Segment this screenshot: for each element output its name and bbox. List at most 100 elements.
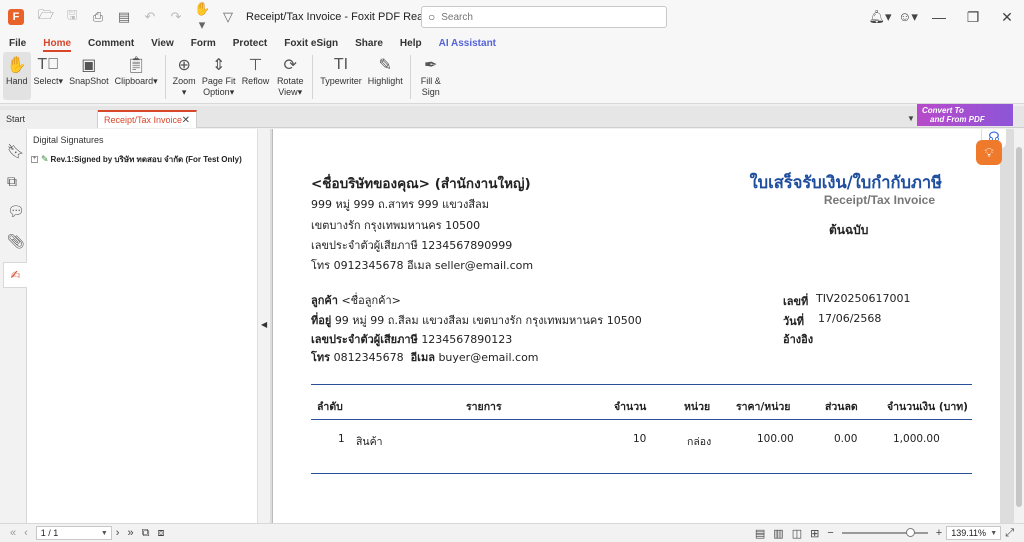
fullscreen-icon[interactable]: ⤢ (1005, 527, 1014, 540)
tab-view[interactable]: View (151, 38, 174, 49)
rotate-view-icon: ⟳ (283, 57, 297, 74)
hand-tool-quick-icon[interactable]: ✋▾ (194, 1, 210, 33)
pdf-page: <ชื่อบริษัทของคุณ> (สำนักงานใหญ่) 999 หม… (272, 129, 1000, 523)
scrollbar-thumb[interactable] (1016, 147, 1022, 507)
header-discount: ส่วนลด (825, 401, 858, 413)
signatures-panel-icon[interactable]: ✍︎ (3, 262, 27, 288)
table-header-rule (311, 419, 972, 420)
restore-button[interactable]: ❐ (956, 9, 990, 26)
header-unit: หน่วย (684, 401, 711, 413)
zoom-in-icon[interactable]: + (936, 527, 942, 539)
company-contact: โทร 0912345678 อีเมล seller@email.com (311, 259, 534, 272)
tab-list-dropdown-icon[interactable]: ▼ (907, 114, 915, 123)
tab-receipt-tax-invoice[interactable]: Receipt/Tax Invoice ✕ (98, 110, 197, 128)
window-controls: 🔔︎▾ ☺▾ — ❐ ✕ (866, 0, 1024, 34)
rotate-view-label: Rotate View▾ (276, 76, 304, 97)
page-number-field[interactable]: 1 / 1 ▼ (35, 526, 112, 540)
close-tab-icon[interactable]: ✕ (182, 115, 190, 126)
typewriter-button[interactable]: TI Typewriter (317, 52, 365, 100)
zoom-out-icon[interactable]: − (827, 527, 833, 539)
open-folder-icon[interactable]: 🗁 (38, 6, 54, 28)
page-fit-option-button[interactable]: ⇕ Page Fit Option▾ (199, 52, 239, 100)
file-properties-icon[interactable]: ▤ (116, 9, 132, 25)
comments-icon[interactable]: 💬︎ (7, 203, 25, 220)
next-page-icon[interactable]: › (116, 527, 120, 539)
tab-form[interactable]: Form (191, 38, 216, 49)
customize-toolbar-icon[interactable]: ▽ (220, 9, 236, 25)
tab-home[interactable]: Home (43, 38, 71, 52)
page-thumbnails-icon[interactable]: ⧉ (7, 173, 17, 190)
cell-order: 1 (338, 433, 345, 445)
document-number-line: เลขที่ TIV20250617001 (783, 292, 910, 310)
reflow-button[interactable]: ⊤ Reflow (239, 52, 273, 100)
bookmark-icon[interactable]: 🔖︎ (7, 143, 25, 160)
facing-view-icon[interactable]: ◫ (792, 527, 802, 540)
header-unit-price: ราคา/หน่วย (736, 401, 791, 413)
zoom-slider[interactable] (841, 528, 928, 537)
undo-icon[interactable]: ↶ (142, 9, 158, 25)
page-fit-label: Page Fit Option▾ (201, 76, 236, 97)
page-dropdown-icon[interactable]: ▼ (101, 530, 108, 537)
hand-button[interactable]: ✋ Hand (3, 52, 31, 100)
zoom-slider-knob[interactable] (905, 528, 915, 537)
highlight-label: Highlight (367, 76, 403, 86)
copy-page-icon[interactable]: ⧉ (142, 527, 150, 540)
zoom-button[interactable]: ⊕ Zoom ▾ (170, 52, 199, 100)
single-page-view-icon[interactable]: ▤ (755, 527, 765, 540)
hand-label: Hand (6, 76, 28, 86)
select-button[interactable]: T⃞ Select▾ (31, 52, 67, 100)
zoom-level-field[interactable]: 139.11% ▼ (946, 526, 1002, 540)
continuous-view-icon[interactable]: ▥ (773, 527, 783, 540)
tab-foxit-esign[interactable]: Foxit eSign (284, 38, 338, 49)
signature-item[interactable]: + ✎ Rev.1:Signed by บริษัท ทดสอบ จำกัด (… (31, 153, 242, 166)
tab-share[interactable]: Share (355, 38, 383, 49)
document-viewer[interactable]: <ชื่อบริษัทของคุณ> (สำนักงานใหญ่) 999 หม… (270, 129, 1014, 523)
tab-comment[interactable]: Comment (88, 38, 134, 49)
last-page-icon[interactable]: » (127, 527, 133, 539)
continuous-facing-view-icon[interactable]: ⊞ (810, 527, 819, 540)
search-box[interactable]: ○ (421, 6, 667, 28)
tab-help[interactable]: Help (400, 38, 422, 49)
clipboard-label: Clipboard▾ (114, 76, 158, 86)
convert-pdf-banner[interactable]: Convert To and From PDF (917, 104, 1013, 126)
account-icon[interactable]: ☺▾ (894, 9, 922, 25)
minimize-button[interactable]: — (922, 9, 956, 25)
snapshot-button[interactable]: ▣ SnapShot (66, 52, 112, 100)
tab-start[interactable]: Start (0, 110, 98, 128)
clipboard-icon: 📋︎ (125, 57, 147, 74)
document-title-english: Receipt/Tax Invoice (823, 193, 935, 207)
notification-bell-icon[interactable]: 🔔︎▾ (866, 9, 894, 25)
rotate-view-button[interactable]: ⟳ Rotate View▾ (272, 52, 308, 100)
cell-item: สินค้า (356, 436, 383, 448)
customer-name: <ชื่อลูกค้า> (341, 294, 401, 307)
search-input[interactable] (441, 11, 642, 23)
tab-file[interactable]: File (9, 38, 26, 49)
highlight-button[interactable]: ✎ Highlight (365, 52, 406, 100)
hand-icon: ✋ (6, 57, 27, 74)
collapse-arrow-icon[interactable]: ◀ (261, 320, 267, 329)
export-page-icon[interactable]: ⧈ (157, 527, 164, 540)
customer-address: 99 หมู่ 99 ถ.สีลม แขวงสีลม เขตบางรัก กรุ… (334, 314, 642, 327)
expand-icon[interactable]: + (31, 156, 38, 163)
clipboard-button[interactable]: 📋︎ Clipboard▾ (112, 52, 161, 100)
close-window-button[interactable]: ✕ (990, 9, 1024, 26)
previous-page-icon[interactable]: ‹ (24, 527, 28, 539)
save-icon[interactable]: 🖫 (64, 6, 80, 28)
reference-label: อ้างอิง (783, 333, 814, 346)
foxit-logo-icon[interactable]: F (8, 9, 24, 25)
fill-sign-button[interactable]: ✒ Fill & Sign (415, 52, 447, 100)
redo-icon[interactable]: ↷ (168, 9, 184, 25)
tips-bulb-icon[interactable]: 💡︎ (976, 140, 1002, 165)
table-top-rule (311, 384, 972, 385)
company-address-line-1: 999 หมู่ 999 ถ.สาทร 999 แขวงสีลม (311, 198, 490, 211)
tab-ai-assistant[interactable]: AI Assistant (439, 38, 496, 49)
panel-collapse-handle[interactable]: ◀ (257, 129, 270, 523)
first-page-icon[interactable]: « (10, 527, 16, 539)
tab-protect[interactable]: Protect (233, 38, 267, 49)
original-copy-label: ต้นฉบับ (829, 223, 869, 237)
cell-unit: กล่อง (687, 436, 712, 448)
vertical-scrollbar[interactable] (1014, 129, 1024, 523)
zoom-dropdown-icon[interactable]: ▼ (990, 530, 997, 537)
print-icon[interactable]: ⎙ (90, 9, 106, 25)
attachments-icon[interactable]: 📎︎ (7, 233, 25, 250)
